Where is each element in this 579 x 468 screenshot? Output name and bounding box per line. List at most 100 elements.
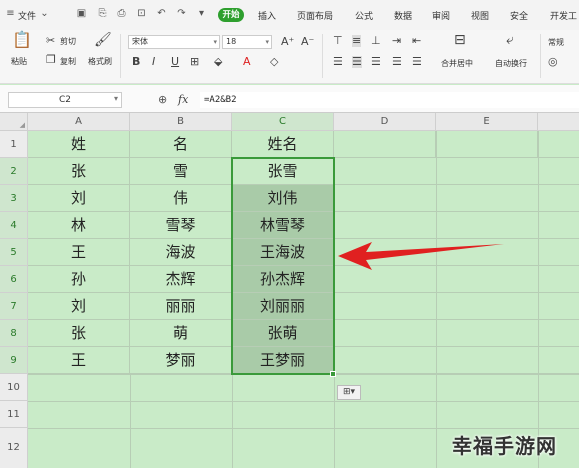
cell-a7[interactable]: 刘 <box>28 293 130 320</box>
cell-c3[interactable]: 刘伟 <box>232 185 334 212</box>
cell-b2[interactable]: 雪 <box>130 158 232 185</box>
justify-icon[interactable]: ☰ <box>392 56 402 68</box>
wrap-text-icon[interactable]: ⤶ <box>506 33 514 47</box>
increase-font-icon[interactable]: A⁺ <box>281 36 294 48</box>
cut-button[interactable]: 剪切 <box>60 36 76 47</box>
tab-data[interactable]: 数据 <box>394 9 412 22</box>
indent-icon[interactable]: ⇥ <box>392 35 401 47</box>
cell-a6[interactable]: 孙 <box>28 266 130 293</box>
column-header-f[interactable] <box>538 113 579 131</box>
cell-b4[interactable]: 雪琴 <box>130 212 232 239</box>
tab-developer[interactable]: 开发工 <box>550 9 577 22</box>
align-right-icon[interactable]: ☰ <box>371 56 381 68</box>
export-icon[interactable]: ⎘ <box>96 8 109 20</box>
align-bottom-icon[interactable]: ⊥ <box>371 35 381 47</box>
formula-input[interactable]: =A2&B2 <box>200 92 579 108</box>
number-format-select[interactable]: 常规 <box>548 37 564 48</box>
cell-b5[interactable]: 海波 <box>130 239 232 266</box>
merge-center-button[interactable]: 合并居中 <box>441 58 473 69</box>
tab-security[interactable]: 安全 <box>510 9 528 22</box>
column-header-d[interactable]: D <box>334 113 436 131</box>
row-header[interactable]: 3 <box>0 185 28 212</box>
align-middle-icon[interactable]: ≡ <box>352 35 362 47</box>
cell-c5[interactable]: 王海波 <box>232 239 334 266</box>
select-all-corner[interactable]: ◢ <box>0 113 28 131</box>
row-header[interactable]: 4 <box>0 212 28 239</box>
format-painter-icon[interactable]: 🖌 <box>94 33 112 47</box>
fill-color-icon[interactable]: ⬙ <box>214 56 222 68</box>
row-header[interactable]: 5 <box>0 239 28 266</box>
row-header[interactable]: 8 <box>0 320 28 347</box>
cell-e1[interactable] <box>436 131 538 158</box>
cell-a1[interactable]: 姓 <box>28 131 130 158</box>
menu-file[interactable]: 文件 <box>18 9 36 22</box>
tab-formulas[interactable]: 公式 <box>355 9 373 22</box>
undo-icon[interactable]: ↶ <box>155 8 168 20</box>
quick-access-dropdown-icon[interactable]: ▾ <box>195 8 208 20</box>
name-box[interactable]: C2 <box>8 92 122 108</box>
cell-c7[interactable]: 刘丽丽 <box>232 293 334 320</box>
align-center-icon[interactable]: ☰ <box>352 56 362 68</box>
chevron-down-icon[interactable]: ▾ <box>114 94 118 103</box>
decrease-font-icon[interactable]: A⁻ <box>301 36 314 48</box>
align-top-icon[interactable]: ⊤ <box>333 35 343 47</box>
cell-a3[interactable]: 刘 <box>28 185 130 212</box>
tab-view[interactable]: 视图 <box>471 9 489 22</box>
row-header[interactable]: 11 <box>0 401 28 428</box>
underline-icon[interactable]: U <box>171 56 179 68</box>
fx-icon[interactable]: fx <box>178 93 188 106</box>
column-header-c[interactable]: C <box>232 113 334 131</box>
save-icon[interactable]: ▣ <box>75 8 88 20</box>
row-header[interactable]: 1 <box>0 131 28 158</box>
menu-icon[interactable]: ≡ <box>4 8 17 20</box>
cell-c2[interactable]: 张雪 <box>232 158 334 185</box>
column-header-a[interactable]: A <box>28 113 130 131</box>
cell-f1[interactable] <box>538 131 579 158</box>
row-header[interactable]: 10 <box>0 374 28 401</box>
font-name-select[interactable]: 宋体 ▾ <box>128 35 220 49</box>
print-preview-icon[interactable]: ⊡ <box>135 8 148 20</box>
print-icon[interactable]: ⎙ <box>115 8 128 20</box>
tab-review[interactable]: 审阅 <box>432 9 450 22</box>
format-painter-button[interactable]: 格式刷 <box>88 56 112 67</box>
font-size-select[interactable]: 18 ▾ <box>222 35 272 49</box>
cell-b1[interactable]: 名 <box>130 131 232 158</box>
cell-a5[interactable]: 王 <box>28 239 130 266</box>
scissors-icon[interactable]: ✂ <box>46 35 55 47</box>
merge-cells-icon[interactable]: ⊟ <box>454 33 466 47</box>
italic-icon[interactable]: I <box>152 56 155 68</box>
redo-icon[interactable]: ↷ <box>175 8 188 20</box>
fill-handle[interactable] <box>330 371 336 377</box>
row-header[interactable]: 7 <box>0 293 28 320</box>
align-left-icon[interactable]: ☰ <box>333 56 343 68</box>
cell-a9[interactable]: 王 <box>28 347 130 374</box>
cell-a8[interactable]: 张 <box>28 320 130 347</box>
cell-c9[interactable]: 王梦丽 <box>232 347 334 374</box>
cell-b7[interactable]: 丽丽 <box>130 293 232 320</box>
copy-icon[interactable]: ❐ <box>46 54 56 66</box>
cell-b6[interactable]: 杰辉 <box>130 266 232 293</box>
fill-options-button[interactable]: ⊞▾ <box>337 385 361 400</box>
chevron-down-icon[interactable]: ⌄ <box>38 8 51 20</box>
clear-format-icon[interactable]: ◇ <box>270 56 278 68</box>
cell-d1[interactable] <box>334 131 436 158</box>
cell-b9[interactable]: 梦丽 <box>130 347 232 374</box>
cell-a4[interactable]: 林 <box>28 212 130 239</box>
column-header-e[interactable]: E <box>436 113 538 131</box>
tab-insert[interactable]: 插入 <box>258 9 276 22</box>
row-header[interactable]: 9 <box>0 347 28 374</box>
cell-a2[interactable]: 张 <box>28 158 130 185</box>
cell-c6[interactable]: 孙杰辉 <box>232 266 334 293</box>
paste-icon[interactable]: 📋 <box>12 32 32 52</box>
tab-start[interactable]: 开始 <box>218 8 244 22</box>
zoom-icon[interactable]: ⊕ <box>158 93 167 106</box>
distributed-icon[interactable]: ☰ <box>412 56 422 68</box>
row-header[interactable]: 2 <box>0 158 28 185</box>
cell-b8[interactable]: 萌 <box>130 320 232 347</box>
border-icon[interactable]: ⊞ <box>190 56 199 68</box>
cell-c4[interactable]: 林雪琴 <box>232 212 334 239</box>
tab-page-layout[interactable]: 页面布局 <box>297 9 333 22</box>
copy-button[interactable]: 复制 <box>60 56 76 67</box>
bold-icon[interactable]: B <box>132 56 140 68</box>
cell-c8[interactable]: 张萌 <box>232 320 334 347</box>
